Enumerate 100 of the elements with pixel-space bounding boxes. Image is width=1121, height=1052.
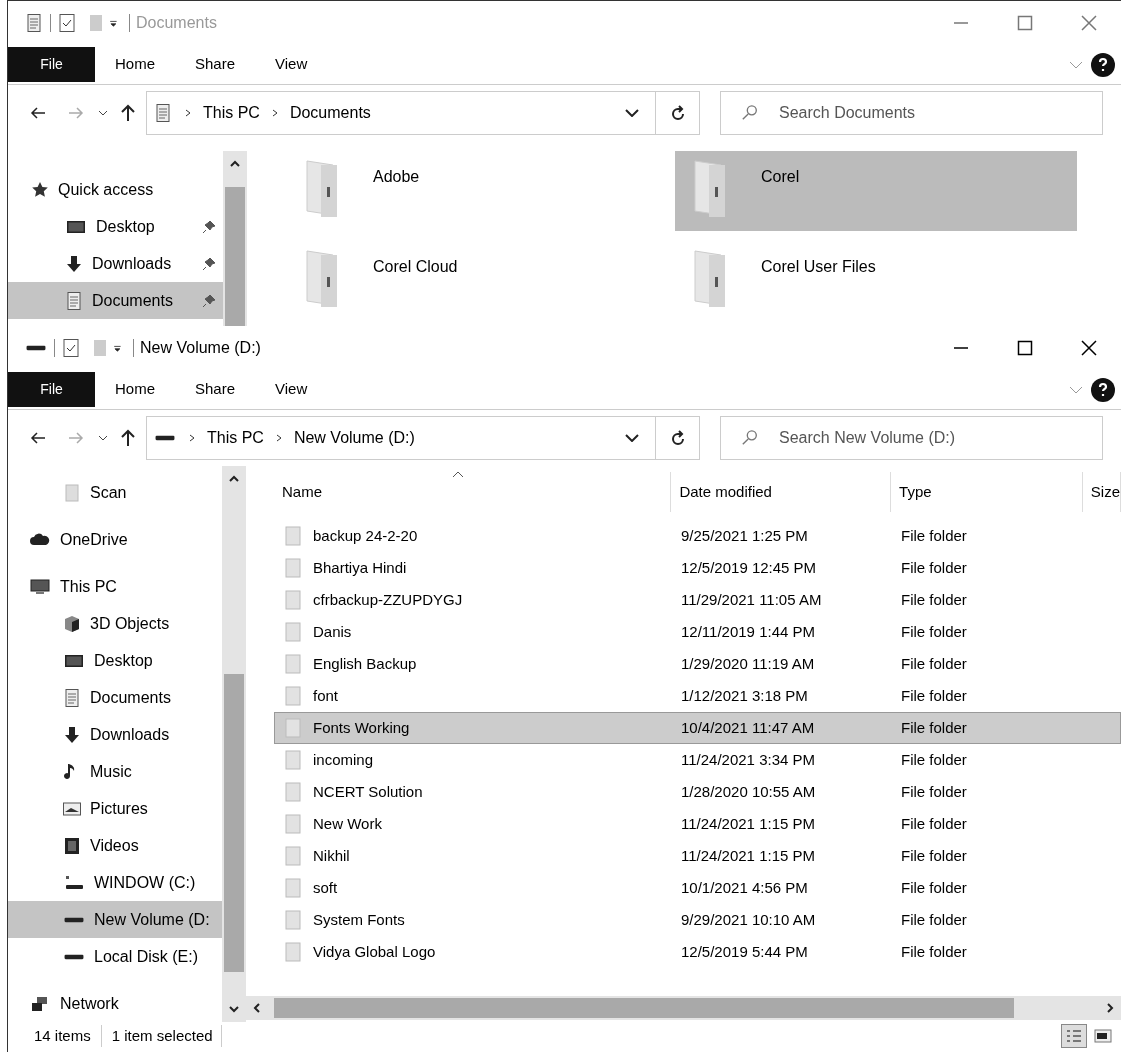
file-row[interactable]: soft 10/1/2021 4:56 PM File folder — [274, 872, 1121, 904]
ribbon-tab[interactable]: View — [255, 47, 328, 82]
refresh-icon — [670, 105, 685, 121]
ribbon-tab[interactable]: Share — [175, 372, 256, 407]
navigation-item[interactable]: Documents — [8, 282, 223, 319]
ribbon-tab[interactable]: View — [255, 372, 328, 407]
breadcrumb-item[interactable]: This PC — [207, 426, 264, 450]
checkbox-icon — [57, 13, 77, 33]
chevron-down-icon — [625, 434, 639, 442]
navigation-item[interactable]: Downloads — [8, 716, 222, 753]
navigation-item[interactable]: Network — [8, 985, 222, 1022]
maximize-icon — [1016, 14, 1034, 32]
file-row[interactable]: New Work 11/24/2021 1:15 PM File folder — [274, 808, 1121, 840]
file-row[interactable]: cfrbackup-ZZUPDYGJ 11/29/2021 11:05 AM File folder — [274, 584, 1121, 616]
folder-icon — [283, 878, 303, 898]
navigation-item[interactable]: New Volume (D: — [8, 901, 222, 938]
column-header[interactable]: Size — [1082, 472, 1121, 512]
navigation-item[interactable]: Videos — [8, 827, 222, 864]
minimize-icon — [952, 347, 970, 349]
document-icon — [64, 290, 84, 311]
file-row[interactable]: Vidya Global Logo 12/5/2019 5:44 PM File folder — [274, 936, 1121, 968]
drive-icon — [26, 345, 46, 351]
navigation-item[interactable]: Desktop — [8, 642, 222, 679]
folder-icon — [283, 558, 303, 578]
file-row[interactable]: font 1/12/2021 3:18 PM File folder — [274, 680, 1121, 712]
navigation-item[interactable]: This PC — [8, 568, 222, 605]
folder-icon — [283, 622, 303, 642]
breadcrumb-chevron-icon — [183, 108, 193, 118]
folder-icon — [283, 910, 303, 930]
navigation-item[interactable]: Desktop — [8, 208, 223, 245]
film-icon — [62, 835, 82, 856]
column-header[interactable]: Date modified — [671, 472, 892, 512]
ribbon-tab[interactable]: Home — [95, 47, 175, 82]
navigation-item[interactable]: Downloads — [8, 245, 223, 282]
file-row[interactable]: NCERT Solution 1/28/2020 10:55 AM File folder — [274, 776, 1121, 808]
scroll-down-icon[interactable] — [228, 1004, 240, 1014]
navigation-item[interactable]: OneDrive — [8, 521, 222, 558]
chevron-down-icon — [625, 109, 639, 117]
preview-pane-icon — [1094, 1029, 1112, 1043]
search-field[interactable]: Search Documents — [720, 91, 1103, 135]
scroll-up-icon[interactable] — [228, 474, 240, 484]
breadcrumb-item[interactable]: This PC — [203, 101, 260, 125]
folder-icon — [62, 482, 82, 503]
maximize-icon — [1016, 339, 1034, 357]
chevron-down-icon — [1069, 60, 1083, 69]
search-icon — [741, 103, 759, 123]
ribbon-tab[interactable]: Share — [175, 47, 256, 82]
file-row[interactable]: Bhartiya Hindi 12/5/2019 12:45 PM File folder — [274, 552, 1121, 584]
close-icon — [1080, 14, 1098, 32]
navigation-item[interactable]: 3D Objects — [8, 605, 222, 642]
folder-tile[interactable]: Corel — [675, 151, 1077, 231]
folder-icon — [283, 942, 303, 962]
file-row[interactable]: English Backup 1/29/2020 11:19 AM File folder — [274, 648, 1121, 680]
document-icon — [153, 103, 173, 123]
search-icon — [741, 428, 759, 448]
folder-tile[interactable]: Corel Cloud — [287, 241, 675, 321]
column-header[interactable]: Name — [274, 472, 672, 512]
folder-tile[interactable]: Adobe — [287, 151, 675, 231]
search-field[interactable]: Search New Volume (D:) — [720, 416, 1103, 460]
scrollbar[interactable] — [223, 151, 247, 326]
help-icon[interactable] — [1091, 52, 1115, 77]
breadcrumb-item[interactable]: Documents — [289, 101, 371, 125]
file-menu-tab[interactable]: File — [8, 372, 95, 407]
folder-icon — [283, 654, 303, 674]
chevron-down-icon — [98, 110, 108, 116]
horizontal-scrollbar[interactable] — [246, 996, 1121, 1020]
search-input[interactable]: Search Documents — [779, 101, 1102, 125]
scrollbar[interactable] — [222, 466, 246, 1022]
file-menu-tab[interactable]: File — [8, 47, 95, 82]
navigation-item[interactable]: Documents — [8, 679, 222, 716]
chevron-down-icon — [98, 435, 108, 441]
drive-icon — [64, 953, 84, 960]
navigation-item[interactable]: Local Disk (E:) — [8, 938, 222, 975]
navigation-item[interactable]: Quick access — [8, 171, 223, 208]
search-input[interactable]: Search New Volume (D:) — [779, 426, 1102, 450]
navigation-item[interactable]: WINDOW (C:) — [8, 864, 222, 901]
selection-count: 1 item selected — [101, 1024, 222, 1048]
file-row[interactable]: System Fonts 9/29/2021 10:10 AM File folder — [274, 904, 1121, 936]
navigation-item[interactable]: Music — [8, 753, 222, 790]
file-row[interactable]: incoming 11/24/2021 3:34 PM File folder — [274, 744, 1121, 776]
address-bar[interactable]: This PC Documents — [146, 91, 700, 135]
folder-tile[interactable]: Corel User Files — [675, 241, 1077, 321]
navigation-item[interactable]: Pictures — [8, 790, 222, 827]
chevron-down-icon — [1069, 385, 1083, 394]
navigation-item[interactable]: Scan — [8, 474, 222, 511]
ribbon-tab[interactable]: Home — [95, 372, 175, 407]
file-row[interactable]: Danis 12/11/2019 1:44 PM File folder — [274, 616, 1121, 648]
file-row[interactable]: Nikhil 11/24/2021 1:15 PM File folder — [274, 840, 1121, 872]
help-icon[interactable] — [1091, 377, 1115, 402]
address-bar[interactable]: This PC New Volume (D:) — [146, 416, 700, 460]
file-row[interactable]: backup 24-2-20 9/25/2021 1:25 PM File folder — [274, 520, 1121, 552]
file-row[interactable]: Fonts Working 10/4/2021 11:47 AM File folder — [274, 712, 1121, 744]
scroll-up-icon[interactable] — [229, 159, 241, 169]
breadcrumb-item[interactable]: New Volume (D:) — [293, 426, 415, 450]
folder-icon — [283, 814, 303, 834]
folder-icon — [283, 782, 303, 802]
scroll-right-icon[interactable] — [1105, 1002, 1115, 1014]
scroll-left-icon[interactable] — [252, 1002, 262, 1014]
column-header[interactable]: Type — [891, 472, 1083, 512]
folder-icon — [283, 846, 303, 866]
